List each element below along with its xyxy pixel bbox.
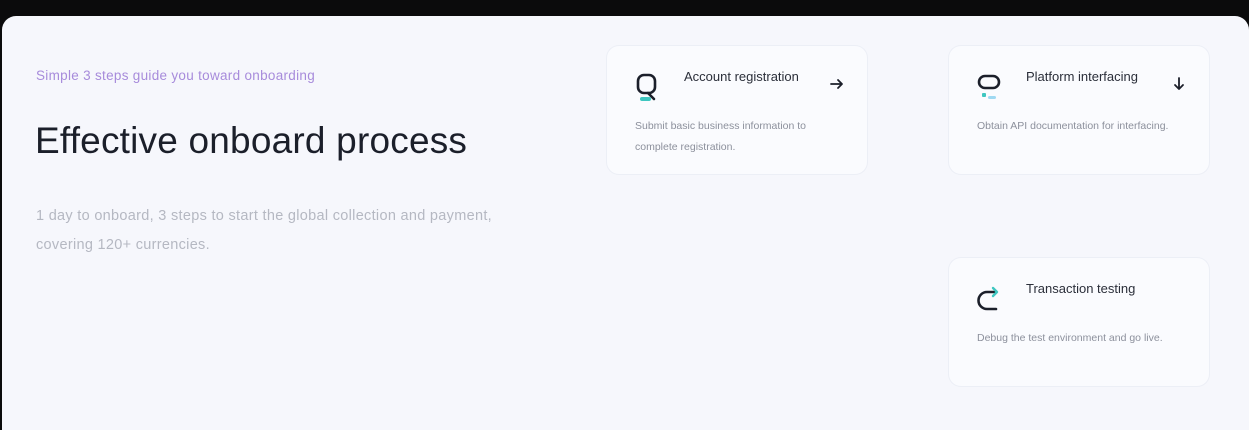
step-title: Account registration [684, 69, 799, 84]
step-title: Platform interfacing [1026, 69, 1138, 84]
step-card-platform-interfacing: Platform interfacing Obtain API document… [949, 46, 1209, 174]
step-description: Submit basic business information to com… [635, 120, 806, 153]
section-eyebrow: Simple 3 steps guide you toward onboardi… [36, 68, 316, 83]
section-description: 1 day to onboard, 3 steps to start the g… [36, 208, 492, 253]
arrow-down-icon[interactable] [1171, 76, 1187, 92]
account-icon [636, 73, 657, 101]
step-description: Obtain API documentation for interfacing… [977, 120, 1169, 132]
arrow-right-icon[interactable] [829, 76, 845, 92]
step-description: Debug the test environment and go live. [977, 332, 1163, 344]
step-title: Transaction testing [1026, 281, 1136, 296]
refresh-icon [977, 286, 999, 311]
step-card-account-registration: Account registration Submit basic busine… [607, 46, 867, 174]
platform-icon [977, 74, 1001, 99]
step-card-transaction-testing: Transaction testing Debug the test envir… [949, 258, 1209, 386]
section-title: Effective onboard process [35, 120, 468, 161]
